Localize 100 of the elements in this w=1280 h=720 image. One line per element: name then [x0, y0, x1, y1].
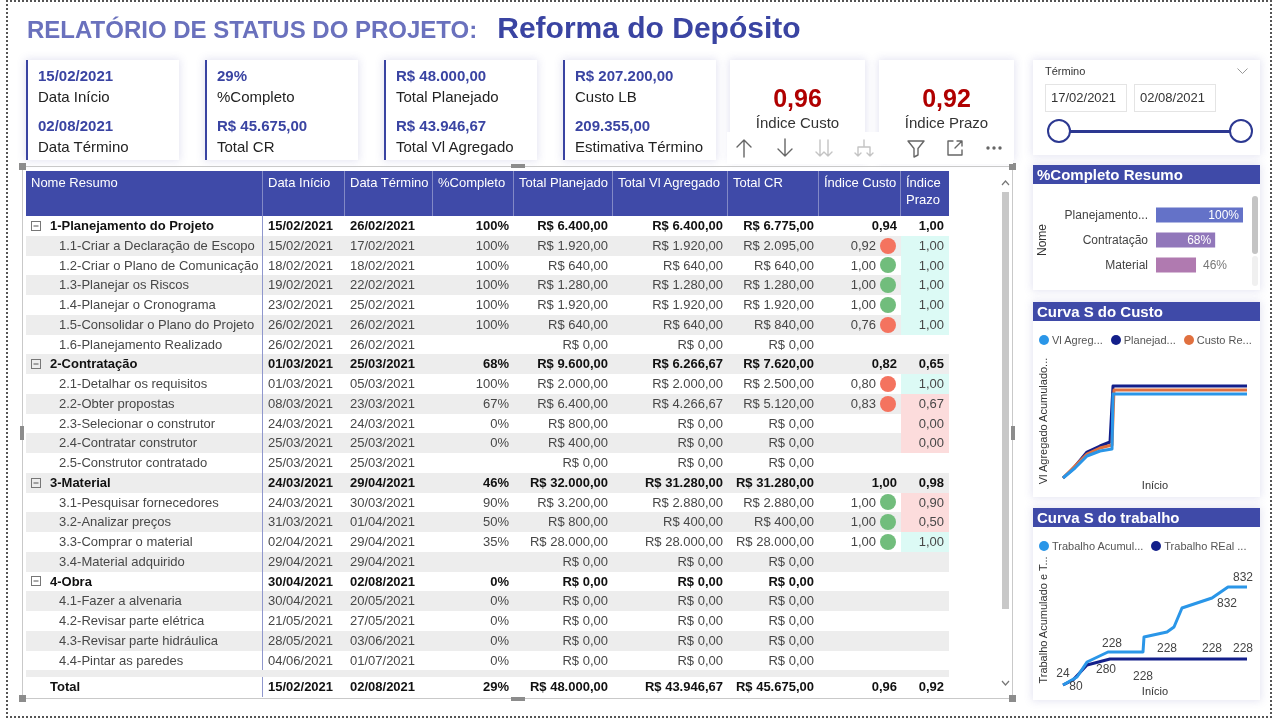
- resize-handle[interactable]: [20, 425, 24, 440]
- scrollbar-thumb[interactable]: [1002, 192, 1009, 609]
- table-cell-text: R$ 2.000,00: [536, 375, 609, 393]
- data-label: 832: [1217, 596, 1237, 610]
- kpi-value: 209.355,00: [575, 116, 651, 136]
- table-cell-text: 05/03/2021: [349, 375, 417, 393]
- table-cell-text: R$ 6.400,00: [536, 394, 609, 413]
- table-cell-text: 25/03/2021: [267, 454, 335, 472]
- table-cell-text: 2.1-Detalhar os requisitos: [59, 375, 208, 393]
- resize-handle[interactable]: [1009, 695, 1016, 702]
- kpi-label: Estimativa Término: [575, 137, 704, 157]
- bar: [1156, 257, 1196, 273]
- column-header[interactable]: Total Planejado: [514, 171, 613, 216]
- column-header[interactable]: Índice Prazo: [901, 171, 949, 216]
- table-cell: 1,00: [901, 295, 949, 315]
- resize-handle[interactable]: [510, 164, 525, 168]
- chevron-up-icon[interactable]: [1001, 180, 1010, 186]
- table-cell-text: 30/04/2021: [267, 572, 335, 591]
- table-cell-text: 25/03/2021: [349, 355, 417, 374]
- resize-handle[interactable]: [19, 163, 26, 170]
- table-cell-text: R$ 1.920,00: [742, 296, 815, 314]
- table-cell-text: R$ 800,00: [547, 414, 609, 433]
- data-label: 228: [1233, 641, 1253, 655]
- collapse-icon[interactable]: [31, 359, 41, 370]
- table-cell-text: R$ 1.280,00: [536, 276, 609, 295]
- resize-handle[interactable]: [1009, 163, 1016, 170]
- table-cell-text: 0,76: [850, 315, 876, 334]
- table-cell-text: 01/04/2021: [349, 513, 417, 532]
- table-cell-text: R$ 0,00: [676, 572, 724, 591]
- chevron-down-icon[interactable]: [1001, 680, 1010, 686]
- table-cell-text: R$ 28.000,00: [643, 533, 724, 551]
- bar: [1156, 232, 1216, 248]
- table-cell-text: R$ 2.500,00: [742, 375, 815, 393]
- table-cell: 1,00: [901, 255, 949, 276]
- table-cell-text: 29/04/2021: [349, 473, 417, 492]
- table-cell-text: R$ 1.280,00: [742, 276, 815, 295]
- chevron-down-icon[interactable]: [1237, 68, 1248, 74]
- table-cell-text: 25/03/2021: [267, 434, 335, 453]
- table-cell-text: 0%: [489, 651, 510, 670]
- column-header[interactable]: %Completo: [433, 171, 514, 216]
- expand-icon[interactable]: [944, 137, 966, 159]
- table-cell-text: R$ 0,00: [676, 414, 724, 433]
- table-cell-text: 100%: [474, 276, 510, 295]
- table-cell-text: 02/08/2021: [349, 678, 417, 696]
- resize-handle[interactable]: [510, 697, 525, 701]
- table-cell-text: 17/02/2021: [349, 236, 417, 255]
- column-header[interactable]: Total Vl Agregado: [613, 171, 728, 216]
- project-name: Reforma do Depósito: [497, 11, 801, 44]
- column-header[interactable]: Data Início: [263, 171, 345, 216]
- data-label: 68%: [1187, 233, 1212, 247]
- collapse-icon[interactable]: [31, 576, 41, 587]
- table-cell: 0,00: [901, 433, 949, 453]
- table-cell-text: 29/04/2021: [349, 533, 417, 551]
- kpi-value: R$ 45.675,00: [217, 116, 308, 136]
- table-cell-text: R$ 28.000,00: [734, 533, 815, 551]
- axis-title: Vl Agregado Acumulado...: [1037, 357, 1049, 485]
- table-cell-text: 21/05/2021: [267, 612, 335, 630]
- table-cell-text: 0,98: [917, 473, 945, 492]
- table-cell-text: 50%: [481, 513, 510, 532]
- table-cell-text: R$ 28.000,00: [528, 533, 609, 551]
- chart-title: Curva S do trabalho: [1033, 508, 1260, 527]
- column-header[interactable]: Data Término: [345, 171, 433, 216]
- table-cell-text: 1.6-Planejamento Realizado: [59, 335, 223, 354]
- table-cell: 0,90: [901, 492, 949, 513]
- date-field[interactable]: 02/08/2021: [1134, 84, 1216, 112]
- table-cell-text: 1.3-Planejar os Riscos: [59, 276, 190, 295]
- data-label: 228: [1133, 669, 1153, 683]
- slider-thumb[interactable]: [1229, 119, 1253, 143]
- table-cell-text: 15/02/2021: [267, 217, 335, 235]
- table-cell-text: 0%: [489, 414, 510, 433]
- data-label: 100%: [1208, 208, 1239, 222]
- filter-icon[interactable]: [905, 137, 927, 159]
- collapse-icon[interactable]: [31, 220, 41, 231]
- column-header[interactable]: Nome Resumo: [26, 171, 263, 216]
- table-cell-text: 67%: [481, 394, 510, 413]
- scrollbar-thumb[interactable]: [1252, 196, 1258, 254]
- table-cell-text: 0,83: [850, 394, 876, 413]
- slider-thumb[interactable]: [1047, 119, 1071, 143]
- table-cell-text: R$ 43.946,67: [643, 678, 724, 696]
- collapse-icon[interactable]: [31, 477, 41, 488]
- table-cell-text: R$ 0,00: [767, 612, 815, 630]
- table-cell-text: 02/08/2021: [349, 572, 417, 591]
- table-cell-text: 1,00: [850, 296, 876, 314]
- table-cell-text: R$ 0,00: [767, 552, 815, 571]
- table-cell-text: R$ 0,00: [676, 612, 724, 630]
- column-header[interactable]: Índice Custo: [819, 171, 901, 216]
- table-cell-text: 25/03/2021: [349, 454, 417, 472]
- date-field[interactable]: 17/02/2021: [1045, 84, 1127, 112]
- table-cell-text: R$ 400,00: [662, 513, 724, 532]
- column-header[interactable]: Total CR: [728, 171, 819, 216]
- table-cell-text: R$ 3.200,00: [536, 493, 609, 512]
- category-label: Contratação: [1082, 233, 1148, 247]
- table-cell-text: R$ 640,00: [662, 256, 724, 275]
- legend-label: Planejad...: [1123, 334, 1176, 346]
- table-cell-text: R$ 2.095,00: [742, 236, 815, 255]
- table-cell-text: 1.1-Criar a Declaração de Escopo: [59, 236, 255, 255]
- resize-handle[interactable]: [19, 695, 26, 702]
- table-cell-text: 1,00: [917, 217, 945, 235]
- resize-handle[interactable]: [1011, 425, 1015, 440]
- kpi-label: Data Término: [38, 137, 129, 157]
